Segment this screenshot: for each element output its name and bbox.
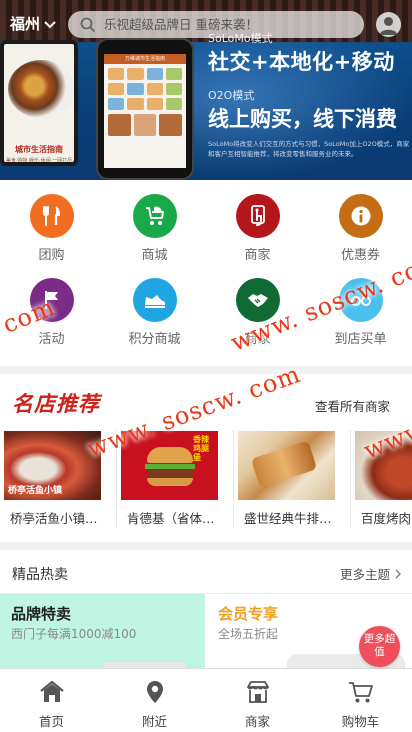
more-deals-bubble[interactable]: 更多超值: [359, 626, 400, 667]
member-exclusive-title: 会员专享: [218, 605, 279, 623]
category-label: 团购: [38, 248, 65, 263]
category-icon-circle: [338, 278, 383, 322]
banner-phone-screen-title: 万维城市生活指南: [104, 54, 186, 64]
shop-name: 百度烤肉: [361, 511, 412, 526]
banner-phone-app-grid: [104, 64, 186, 114]
search-input[interactable]: [104, 17, 354, 32]
fork-knife-icon: [42, 206, 60, 226]
city-label: 福州: [10, 15, 41, 33]
tab-home[interactable]: 首页: [0, 669, 103, 732]
tap-icon: [250, 205, 265, 226]
category-label: 商家: [244, 332, 271, 347]
bottom-tab-bar: 首页 附近 商家 购物车: [0, 668, 412, 732]
view-all-merchants-link[interactable]: 查看所有商家: [315, 396, 390, 415]
chevron-down-icon: [44, 20, 56, 28]
chevron-right-icon: [395, 569, 401, 578]
category-points-mall[interactable]: 积分商城: [103, 264, 206, 347]
banner-phone-screen: 万维城市生活指南: [104, 54, 186, 168]
category-label: 商城: [141, 248, 168, 263]
category-group-buy[interactable]: 团购: [0, 180, 103, 263]
banner-o2o-label: O2O模式: [208, 89, 255, 102]
shop-image-fish: 桥亭活鱼小镇: [4, 431, 101, 500]
banner-description: SoLoMo将改变人们交互的方式与习惯，SoLoMo加上O2O模式，商家和客户互…: [208, 140, 410, 158]
sneaker-icon: [144, 295, 165, 308]
brand-sale-card[interactable]: 品牌特卖 西门子每满1000减100: [0, 594, 205, 668]
user-icon: [379, 17, 398, 35]
category-label: 活动: [38, 332, 65, 347]
top-bar: 福州: [0, 0, 412, 48]
category-grid: 团购 商城 商家 优惠券 活动 积分商城 商家 到店买单: [0, 180, 412, 366]
category-pay-in-store[interactable]: 到店买单: [309, 264, 412, 347]
stroller-icon: [145, 206, 164, 225]
more-themes-label: 更多主题: [339, 567, 390, 582]
shop-name: 盛世经典牛排（...: [244, 511, 336, 526]
tab-merchants[interactable]: 商家: [206, 669, 309, 732]
shop-image-bbq: [355, 431, 412, 500]
shop-image-caption: 香辣鸡腿堡: [193, 435, 209, 462]
shop-carousel[interactable]: 桥亭活鱼小镇 桥亭活鱼小镇（... 香辣鸡腿堡 肯德基（省体店） 盛世经典牛排（…: [0, 430, 412, 527]
tab-label: 商家: [244, 714, 270, 729]
category-icon-circle: [132, 278, 177, 322]
user-avatar-button[interactable]: [376, 12, 401, 37]
category-icon-circle: [29, 278, 74, 322]
more-themes-link[interactable]: 更多主题: [340, 564, 402, 583]
banner-phone-thumbs: [104, 114, 186, 136]
category-icon-circle: [132, 194, 177, 238]
shop-card[interactable]: 香辣鸡腿堡 肯德基（省体店）: [117, 430, 234, 527]
shop-card[interactable]: 百度烤肉: [351, 430, 412, 527]
category-merchant-2[interactable]: 商家: [206, 264, 309, 347]
shop-image-burger: 香辣鸡腿堡: [121, 431, 218, 500]
category-label: 优惠券: [340, 248, 380, 263]
category-icon-circle: [235, 194, 280, 238]
cart-icon: [348, 682, 373, 703]
hot-selling-title: 精品热卖: [12, 567, 68, 583]
category-label: 到店买单: [334, 332, 387, 347]
shop-name: 桥亭活鱼小镇（...: [10, 511, 102, 526]
location-pin-icon: [146, 681, 163, 703]
category-mall[interactable]: 商城: [103, 180, 206, 263]
shop-card[interactable]: 盛世经典牛排（...: [234, 430, 351, 527]
storefront-icon: [246, 681, 269, 703]
banner-food-image: [8, 60, 74, 118]
banner-headline-1: 社交+本地化+移动: [208, 50, 395, 74]
banner-phone-caption: 城市生活指南: [15, 145, 63, 154]
category-label: 商家: [244, 248, 271, 263]
handshake-icon: [247, 294, 268, 307]
member-exclusive-subtitle: 全场五折起: [218, 627, 279, 641]
tab-label: 购物车: [341, 714, 380, 729]
city-selector[interactable]: 福州: [10, 13, 57, 34]
banner-phone-image-right: 万维城市生活指南: [96, 38, 194, 180]
search-bar[interactable]: [68, 11, 364, 38]
recommended-shops-title: 名店推荐: [12, 391, 100, 416]
flag-icon: [44, 291, 58, 309]
recommended-shops-section: 名店推荐 查看所有商家 桥亭活鱼小镇 桥亭活鱼小镇（... 香辣鸡腿堡 肯德基（…: [0, 374, 412, 542]
brand-sale-subtitle: 西门子每满1000减100: [11, 627, 137, 641]
shop-card[interactable]: 桥亭活鱼小镇 桥亭活鱼小镇（...: [0, 430, 117, 527]
category-label: 积分商城: [128, 332, 181, 347]
shop-image-caption: 桥亭活鱼小镇: [8, 486, 63, 496]
category-icon-circle: [29, 194, 74, 238]
hot-selling-section: 精品热卖 更多主题 品牌特卖 西门子每满1000减100 会员专享 全场五折起: [0, 550, 412, 668]
banner-headline-2: 线上购买，线下消费: [208, 107, 397, 131]
banner-phone-caption-sub: 美食·购物·娱乐·休闲·一网打尽: [5, 158, 73, 164]
glasses-icon: [350, 296, 371, 306]
tab-cart[interactable]: 购物车: [309, 669, 412, 732]
search-icon: [80, 17, 96, 32]
brand-sale-title: 品牌特卖: [11, 605, 72, 623]
shop-image-steak: [238, 431, 335, 500]
tab-label: 附近: [141, 714, 167, 729]
category-merchant[interactable]: 商家: [206, 180, 309, 263]
banner-phone-image-left: 城市生活指南 美食·购物·娱乐·休闲·一网打尽: [0, 40, 78, 166]
category-coupon[interactable]: 优惠券: [309, 180, 412, 263]
category-activity[interactable]: 活动: [0, 264, 103, 347]
category-icon-circle: [235, 278, 280, 322]
home-icon: [39, 680, 64, 702]
burger-graphic: [145, 447, 195, 487]
tab-nearby[interactable]: 附近: [103, 669, 206, 732]
shop-name: 肯德基（省体店）: [127, 511, 219, 526]
info-icon: [351, 206, 370, 226]
category-icon-circle: [338, 194, 383, 238]
tab-label: 首页: [38, 714, 64, 729]
